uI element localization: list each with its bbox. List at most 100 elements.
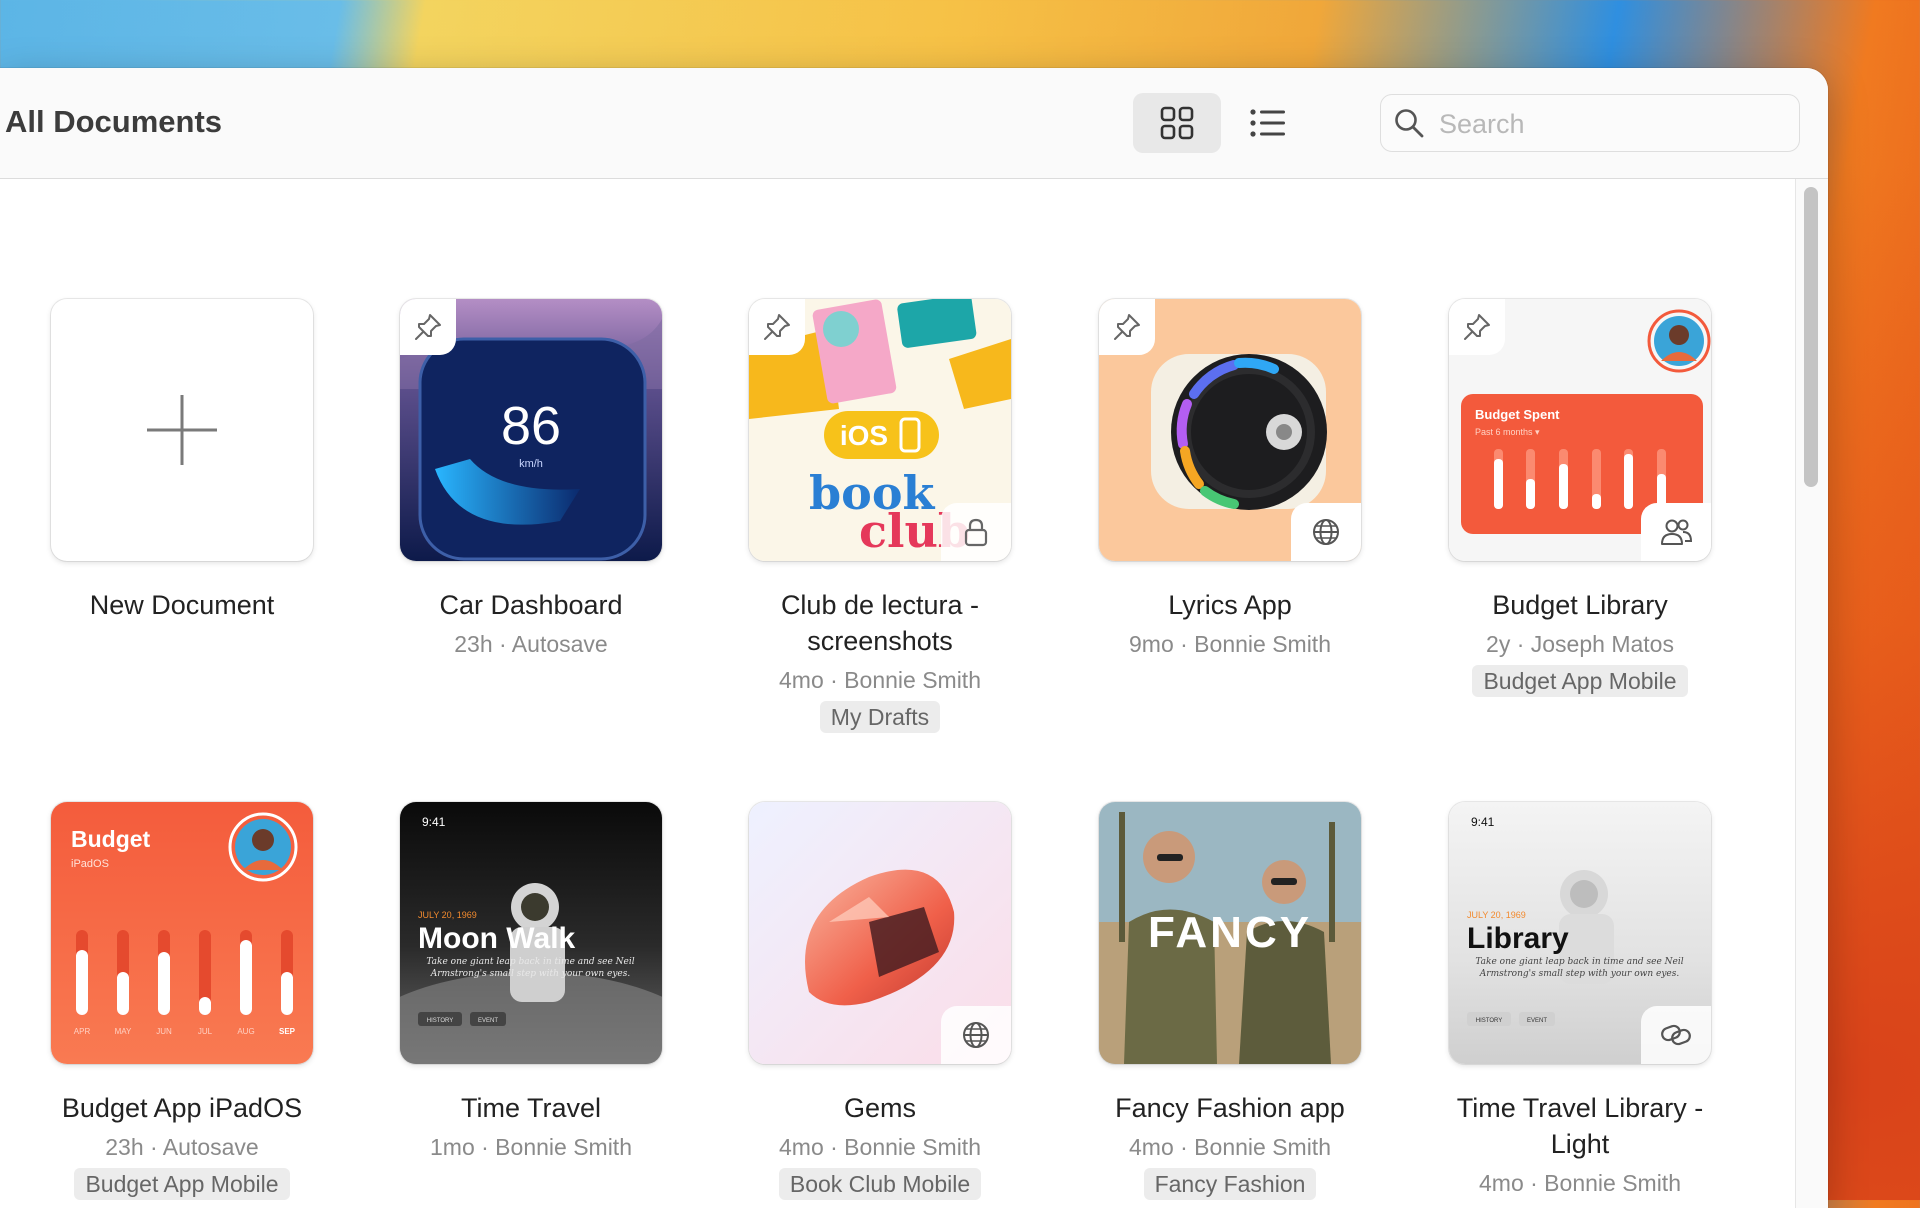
document-card[interactable]: Gems 4mo · Bonnie Smith Book Club Mobile xyxy=(748,802,1012,1200)
pin-icon xyxy=(764,314,790,340)
new-document-thumbnail[interactable] xyxy=(51,299,313,561)
pin-badge xyxy=(400,299,456,355)
platform-label: iPadOS xyxy=(71,858,109,870)
globe-icon xyxy=(963,1022,989,1048)
page-title: All Documents xyxy=(5,104,223,139)
search-input[interactable] xyxy=(1437,103,1781,145)
document-name: New Document xyxy=(89,590,275,620)
chip-label: EVENT xyxy=(478,1018,498,1024)
document-name: Club de lectura - screenshots xyxy=(780,590,980,656)
chip-label: EVENT xyxy=(1527,1018,1547,1024)
documents-grid: New Document 86 km/h Car Dashboard 23h ·… xyxy=(0,179,1828,1208)
document-thumbnail[interactable]: Budget iPadOS APR MAY JUN JUL AUG SEP xyxy=(51,802,313,1064)
document-card[interactable]: Lyrics App 9mo · Bonnie Smith xyxy=(1098,299,1362,659)
document-card[interactable]: 86 km/h Car Dashboard 23h · Autosave xyxy=(399,299,663,659)
vertical-scrollbar[interactable] xyxy=(1795,179,1828,1208)
shared-badge xyxy=(1641,503,1711,561)
plus-icon xyxy=(147,395,217,465)
date-label: JULY 20, 1969 xyxy=(1467,910,1526,920)
search-field[interactable] xyxy=(1380,94,1800,152)
scrollbar-thumb[interactable] xyxy=(1804,187,1818,487)
document-name: Car Dashboard xyxy=(439,590,623,620)
document-meta: 9mo · Bonnie Smith xyxy=(1129,631,1331,657)
library-caption: Take one giant leap back in time and see… xyxy=(1475,957,1684,979)
document-meta: 4mo · Bonnie Smith xyxy=(779,1134,981,1160)
ios-label: iOS xyxy=(840,420,888,451)
project-tag[interactable]: Budget App Mobile xyxy=(74,1168,290,1200)
pin-badge xyxy=(1449,299,1505,355)
moon-walk-title: Moon Walk xyxy=(418,922,576,955)
public-badge xyxy=(941,1006,1011,1064)
fancy-logo-text: FANCY xyxy=(1148,908,1312,957)
document-thumbnail[interactable]: 86 km/h xyxy=(400,299,662,561)
month-label: SEP xyxy=(279,1027,296,1036)
budget-title: Budget xyxy=(71,826,151,852)
grid-view-button[interactable] xyxy=(1133,93,1221,153)
document-thumbnail[interactable] xyxy=(1099,299,1361,561)
chip-label: HISTORY xyxy=(427,1018,453,1024)
grid-icon xyxy=(1160,106,1194,140)
month-label: AUG xyxy=(237,1027,254,1036)
document-meta: 4mo · Bonnie Smith xyxy=(1129,1134,1331,1160)
document-meta: 23h · Autosave xyxy=(454,631,608,657)
toolbar: All Documents xyxy=(0,68,1828,179)
document-name: Time Travel Library - Light xyxy=(1456,1093,1704,1159)
month-label: JUL xyxy=(198,1027,213,1036)
document-thumbnail[interactable]: Budget Spent Past 6 months ▾ xyxy=(1449,299,1711,561)
document-name: Time Travel xyxy=(460,1093,602,1123)
project-tag[interactable]: Book Club Mobile xyxy=(778,1168,982,1200)
lock-badge xyxy=(941,503,1011,561)
document-thumbnail[interactable] xyxy=(749,802,1011,1064)
document-card[interactable]: New Document xyxy=(50,299,314,623)
period-label: Past 6 months ▾ xyxy=(1475,427,1540,437)
speed-readout: 86 xyxy=(501,396,561,456)
document-thumbnail[interactable]: FANCY xyxy=(1099,802,1361,1064)
documents-window: All Documents Search New Document 86 km/… xyxy=(0,68,1828,1208)
pin-icon xyxy=(415,314,441,340)
document-card[interactable]: 9:41 JULY 20, 1969 Moon Walk Take one gi… xyxy=(399,802,663,1162)
public-badge xyxy=(1291,503,1361,561)
pin-icon xyxy=(1114,314,1140,340)
document-name: Budget App iPadOS xyxy=(61,1093,303,1123)
chip-label: HISTORY xyxy=(1476,1018,1502,1024)
status-time: 9:41 xyxy=(1471,815,1495,829)
month-label: APR xyxy=(74,1027,91,1036)
budget-ipados-preview: Budget iPadOS APR MAY JUN JUL AUG SEP xyxy=(51,802,313,1064)
moon-walk-caption: Take one giant leap back in time and see… xyxy=(426,957,635,979)
list-icon xyxy=(1250,109,1285,137)
linked-badge xyxy=(1641,1006,1711,1064)
date-label: JULY 20, 1969 xyxy=(418,910,477,920)
library-title: Library xyxy=(1467,922,1569,955)
document-thumbnail[interactable]: 9:41 JULY 20, 1969 Moon Walk Take one gi… xyxy=(400,802,662,1064)
document-meta: 1mo · Bonnie Smith xyxy=(430,1134,632,1160)
budget-spent-label: Budget Spent xyxy=(1475,407,1560,422)
document-thumbnail[interactable]: iOS book club xyxy=(749,299,1011,561)
document-meta: 2y · Joseph Matos xyxy=(1486,631,1674,657)
lock-icon xyxy=(964,518,988,547)
document-card[interactable]: Budget Spent Past 6 months ▾ Budget Libr… xyxy=(1448,299,1712,697)
search-icon xyxy=(1395,109,1424,138)
document-name: Gems xyxy=(843,1093,916,1123)
pin-badge xyxy=(1099,299,1155,355)
fancy-fashion-preview: FANCY xyxy=(1099,802,1361,1064)
document-name: Fancy Fashion app xyxy=(1115,1093,1345,1123)
speed-unit: km/h xyxy=(519,458,543,470)
project-tag[interactable]: My Drafts xyxy=(819,701,941,733)
document-card[interactable]: 9:41 JULY 20, 1969 Library Take one gian… xyxy=(1448,802,1712,1198)
project-tag[interactable]: Budget App Mobile xyxy=(1472,665,1688,697)
pin-icon xyxy=(1464,314,1490,340)
status-time: 9:41 xyxy=(422,815,446,829)
time-travel-preview: 9:41 JULY 20, 1969 Moon Walk Take one gi… xyxy=(400,802,662,1064)
list-view-button[interactable] xyxy=(1224,93,1312,153)
document-name: Lyrics App xyxy=(1168,590,1292,620)
document-card[interactable]: Budget iPadOS APR MAY JUN JUL AUG SEP Bu… xyxy=(50,802,314,1200)
project-tag[interactable]: Fancy Fashion xyxy=(1143,1168,1317,1200)
globe-icon xyxy=(1313,519,1339,545)
month-label: MAY xyxy=(115,1027,132,1036)
link-icon xyxy=(1661,1024,1691,1046)
document-card[interactable]: iOS book club Club de lectura - screensh… xyxy=(748,299,1012,733)
document-card[interactable]: FANCY Fancy Fashion app 4mo · Bonnie Smi… xyxy=(1098,802,1362,1200)
month-label: JUN xyxy=(156,1027,172,1036)
pin-badge xyxy=(749,299,805,355)
document-thumbnail[interactable]: 9:41 JULY 20, 1969 Library Take one gian… xyxy=(1449,802,1711,1064)
